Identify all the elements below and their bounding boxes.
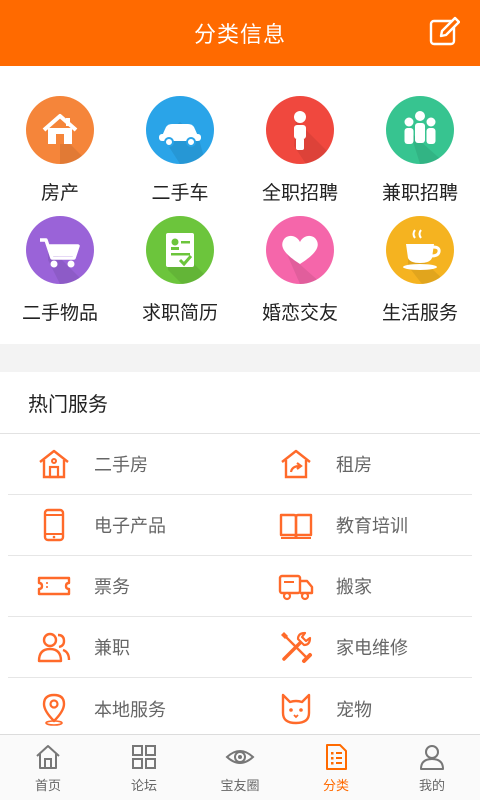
category-grid: 房产 二手车 全职招聘 兼职招聘 二手物品 求职简历 婚恋交友 生活服务 — [0, 66, 480, 344]
list-row: 本地服务 宠物 — [8, 678, 472, 739]
category-label: 婚恋交友 — [261, 302, 338, 324]
group-icon — [386, 96, 454, 164]
hot-item-label: 租房 — [336, 455, 372, 476]
category-label: 兼职招聘 — [381, 182, 458, 204]
category-label: 生活服务 — [381, 302, 458, 324]
hot-item-second-hand-house[interactable]: 二手房 — [8, 434, 248, 494]
app-header: 分类信息 — [0, 0, 480, 66]
hot-item-pets[interactable]: 宠物 — [248, 678, 472, 739]
truck-icon — [278, 574, 314, 601]
category-label: 二手车 — [151, 182, 209, 204]
heart-icon — [266, 216, 334, 284]
tools-icon — [281, 631, 312, 663]
grid-icon — [132, 744, 156, 769]
category-label: 全职招聘 — [261, 182, 338, 204]
hot-item-label: 兼职 — [94, 638, 130, 659]
cat-icon — [281, 693, 311, 724]
category-fulltime-job[interactable]: 全职招聘 — [240, 96, 360, 216]
house-icon — [39, 449, 69, 479]
people-icon — [37, 632, 71, 663]
hot-item-label: 教育培训 — [336, 516, 408, 537]
tab-label: 我的 — [418, 778, 445, 794]
hot-item-rent[interactable]: 租房 — [248, 434, 472, 494]
list-row: 电子产品 教育培训 — [8, 495, 472, 556]
book-icon — [279, 513, 313, 539]
hot-item-label: 本地服务 — [94, 699, 166, 721]
house-icon — [26, 96, 94, 164]
car-icon — [146, 96, 214, 164]
person-icon — [266, 96, 334, 164]
page-title: 分类信息 — [193, 23, 286, 48]
cart-icon — [26, 216, 94, 284]
category-used-car[interactable]: 二手车 — [120, 96, 240, 216]
hot-item-appliance-repair[interactable]: 家电维修 — [248, 617, 472, 677]
hot-item-parttime[interactable]: 兼职 — [8, 617, 248, 677]
list-icon — [326, 743, 347, 770]
tab-label: 论坛 — [130, 778, 157, 794]
hot-item-education[interactable]: 教育培训 — [248, 495, 472, 555]
edit-icon[interactable] — [428, 16, 460, 48]
section-divider — [0, 344, 480, 372]
category-second-hand-goods[interactable]: 二手物品 — [0, 216, 120, 336]
hot-item-label: 搬家 — [336, 577, 372, 598]
tab-mine[interactable]: 我的 — [384, 735, 480, 800]
hot-item-label: 家电维修 — [336, 638, 408, 659]
bottom-tab-bar: 首页 论坛 宝友圈 分类 我的 — [0, 734, 480, 800]
hot-item-moving[interactable]: 搬家 — [248, 556, 472, 616]
tab-label: 宝友圈 — [220, 778, 260, 794]
category-label: 求职简历 — [141, 302, 218, 324]
section-title: 热门服务 — [0, 372, 480, 434]
resume-icon — [146, 216, 214, 284]
tab-category[interactable]: 分类 — [288, 735, 384, 800]
tab-home[interactable]: 首页 — [0, 735, 96, 800]
hot-item-label: 二手房 — [94, 455, 148, 476]
tab-friends-circle[interactable]: 宝友圈 — [192, 735, 288, 800]
hot-item-electronics[interactable]: 电子产品 — [8, 495, 248, 555]
hot-item-label: 电子产品 — [94, 516, 166, 537]
rent-house-icon — [281, 449, 311, 479]
category-life-service[interactable]: 生活服务 — [360, 216, 480, 336]
category-label: 二手物品 — [21, 302, 98, 324]
category-dating[interactable]: 婚恋交友 — [240, 216, 360, 336]
category-resume[interactable]: 求职简历 — [120, 216, 240, 336]
category-parttime-job[interactable]: 兼职招聘 — [360, 96, 480, 216]
ticket-icon — [37, 576, 71, 596]
tab-forum[interactable]: 论坛 — [96, 735, 192, 800]
hot-item-local-service[interactable]: 本地服务 — [8, 678, 248, 739]
hot-item-tickets[interactable]: 票务 — [8, 556, 248, 616]
hot-services: 热门服务 二手房 租房 电子产品 教育培训 票务 搬家 兼职 家电维修 本地服务… — [0, 372, 480, 762]
user-icon — [420, 744, 444, 770]
list-row: 兼职 家电维修 — [8, 617, 472, 678]
phone-icon — [43, 508, 65, 542]
hot-item-label: 宠物 — [336, 699, 372, 721]
home-icon — [36, 744, 60, 769]
hot-item-label: 票务 — [94, 577, 130, 598]
eye-icon — [225, 749, 255, 764]
tab-label: 分类 — [322, 778, 349, 794]
location-pin-icon — [42, 693, 66, 726]
tab-label: 首页 — [34, 778, 61, 794]
category-house[interactable]: 房产 — [0, 96, 120, 216]
category-label: 房产 — [40, 182, 79, 204]
coffee-icon — [386, 216, 454, 284]
list-row: 票务 搬家 — [8, 556, 472, 617]
list-row: 二手房 租房 — [8, 434, 472, 495]
